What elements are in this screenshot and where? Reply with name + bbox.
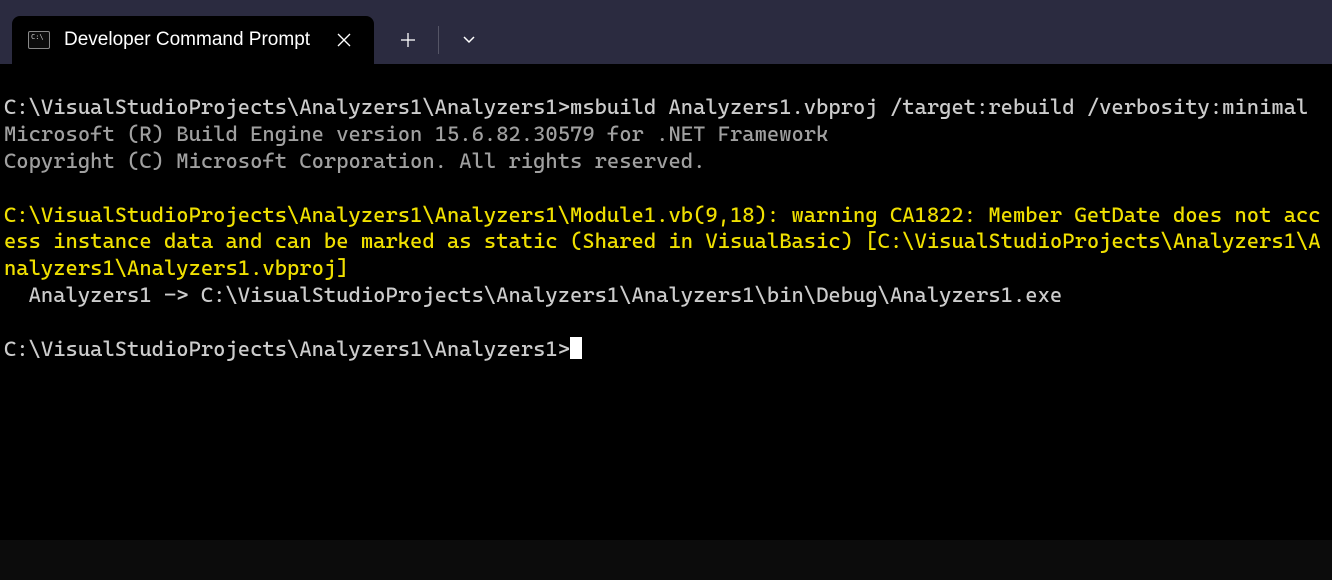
terminal-icon-text: C:\: [31, 34, 44, 41]
terminal-area[interactable]: C:\VisualStudioProjects\Analyzers1\Analy…: [0, 64, 1332, 540]
active-tab[interactable]: C:\ Developer Command Prompt: [12, 16, 374, 64]
close-icon: [337, 33, 351, 47]
new-tab-button[interactable]: [386, 18, 430, 62]
cursor: [570, 337, 582, 359]
window-titlebar[interactable]: [0, 0, 1332, 8]
close-tab-button[interactable]: [332, 28, 356, 52]
terminal-icon: C:\: [28, 31, 50, 49]
warning-line: C:\VisualStudioProjects\Analyzers1\Analy…: [4, 203, 1321, 281]
tab-actions: [386, 16, 491, 64]
chevron-down-icon: [462, 35, 476, 45]
tab-bar: C:\ Developer Command Prompt: [0, 8, 1332, 64]
bottom-bar: [0, 540, 1332, 580]
command-text: msbuild Analyzers1.vbproj /target:rebuil…: [570, 95, 1308, 119]
build-output-line: Analyzers1 -> C:\VisualStudioProjects\An…: [4, 283, 1062, 307]
plus-icon: [400, 32, 416, 48]
tab-dropdown-button[interactable]: [447, 18, 491, 62]
build-engine-line: Microsoft (R) Build Engine version 15.6.…: [4, 122, 828, 146]
prompt-line-2: C:\VisualStudioProjects\Analyzers1\Analy…: [4, 337, 570, 361]
tab-title: Developer Command Prompt: [64, 29, 310, 51]
copyright-line: Copyright (C) Microsoft Corporation. All…: [4, 149, 705, 173]
tab-divider: [438, 26, 439, 54]
terminal-window: C:\ Developer Command Prompt: [0, 0, 1332, 580]
prompt-line-1: C:\VisualStudioProjects\Analyzers1\Analy…: [4, 95, 570, 119]
